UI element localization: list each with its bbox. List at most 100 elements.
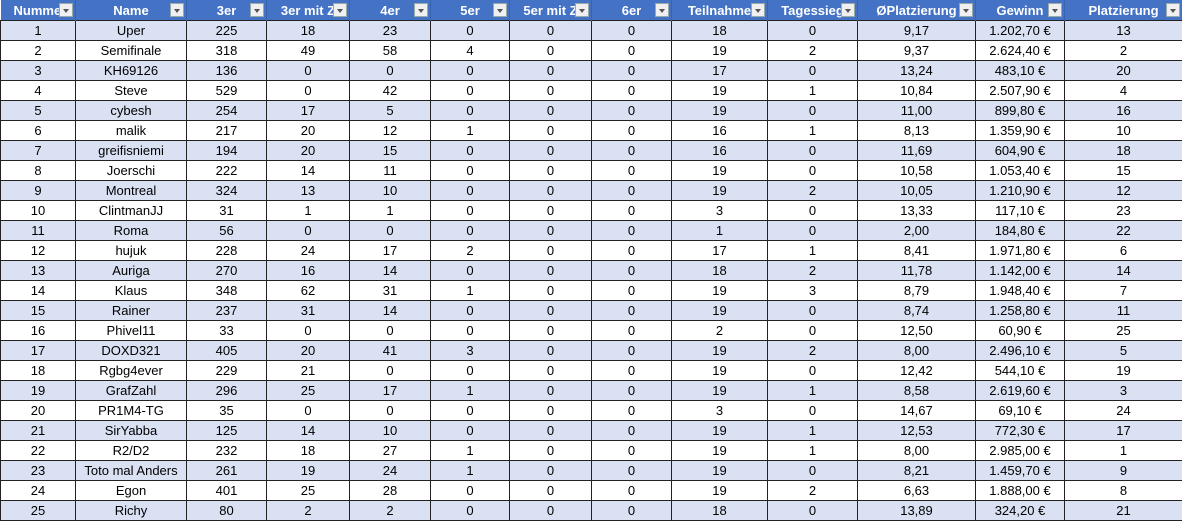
table-cell[interactable]: 261 [186, 460, 267, 481]
filter-dropdown-icon[interactable] [414, 3, 428, 17]
filter-dropdown-icon[interactable] [250, 3, 264, 17]
table-cell[interactable]: 2 [671, 320, 768, 341]
table-cell[interactable]: 1 [430, 120, 510, 141]
table-cell[interactable]: Rainer [75, 300, 187, 321]
table-cell[interactable]: 12 [1064, 180, 1182, 201]
table-cell[interactable]: 25 [0, 500, 76, 521]
table-cell[interactable]: 10 [0, 200, 76, 221]
table-cell[interactable]: 0 [767, 100, 858, 121]
table-cell[interactable]: 1 [767, 80, 858, 101]
table-cell[interactable]: Toto mal Anders [75, 460, 187, 481]
table-cell[interactable]: 0 [430, 100, 510, 121]
table-cell[interactable]: 10,05 [857, 180, 976, 201]
table-cell[interactable]: Roma [75, 220, 187, 241]
table-cell[interactable]: 25 [266, 380, 350, 401]
table-cell[interactable]: 0 [430, 500, 510, 521]
table-cell[interactable]: 2 [767, 480, 858, 501]
table-cell[interactable]: R2/D2 [75, 440, 187, 461]
table-cell[interactable]: 0 [591, 440, 672, 461]
table-cell[interactable]: 0 [591, 120, 672, 141]
table-cell[interactable]: 23 [1064, 200, 1182, 221]
table-cell[interactable]: 0 [509, 220, 592, 241]
table-cell[interactable]: 18 [266, 440, 350, 461]
table-cell[interactable]: 0 [430, 420, 510, 441]
table-cell[interactable]: 117,10 € [975, 200, 1065, 221]
table-cell[interactable]: 13 [1064, 20, 1182, 41]
table-cell[interactable]: 2.496,10 € [975, 340, 1065, 361]
table-cell[interactable]: 8,00 [857, 340, 976, 361]
table-cell[interactable]: 0 [591, 360, 672, 381]
table-cell[interactable]: 1 [767, 420, 858, 441]
table-cell[interactable]: 80 [186, 500, 267, 521]
column-header[interactable]: 3er [186, 0, 267, 21]
table-cell[interactable]: 2 [1064, 40, 1182, 61]
table-cell[interactable]: 14 [1064, 260, 1182, 281]
table-cell[interactable]: 19 [671, 380, 768, 401]
table-cell[interactable]: 9 [0, 180, 76, 201]
table-cell[interactable]: 0 [767, 220, 858, 241]
table-cell[interactable]: 3 [0, 60, 76, 81]
table-cell[interactable]: 19 [671, 280, 768, 301]
table-cell[interactable]: 604,90 € [975, 140, 1065, 161]
table-cell[interactable]: 22 [1064, 220, 1182, 241]
table-cell[interactable]: 194 [186, 140, 267, 161]
table-cell[interactable]: 10,84 [857, 80, 976, 101]
table-cell[interactable]: 10,58 [857, 160, 976, 181]
table-cell[interactable]: 58 [349, 40, 431, 61]
filter-dropdown-icon[interactable] [751, 3, 765, 17]
table-cell[interactable]: 19 [266, 460, 350, 481]
column-header[interactable]: 5er [430, 0, 510, 21]
table-cell[interactable]: 2 [430, 240, 510, 261]
table-cell[interactable]: 1.971,80 € [975, 240, 1065, 261]
table-cell[interactable]: Rgbg4ever [75, 360, 187, 381]
table-cell[interactable]: 1 [767, 440, 858, 461]
table-cell[interactable]: 2,00 [857, 220, 976, 241]
table-cell[interactable]: 17 [349, 380, 431, 401]
filter-dropdown-icon[interactable] [575, 3, 589, 17]
table-cell[interactable]: 20 [266, 140, 350, 161]
table-cell[interactable]: 222 [186, 160, 267, 181]
table-cell[interactable]: 529 [186, 80, 267, 101]
table-cell[interactable]: 405 [186, 340, 267, 361]
table-cell[interactable]: 9,17 [857, 20, 976, 41]
table-cell[interactable]: 13 [266, 180, 350, 201]
filter-dropdown-icon[interactable] [333, 3, 347, 17]
table-cell[interactable]: greifisniemi [75, 140, 187, 161]
table-cell[interactable]: 8,13 [857, 120, 976, 141]
table-cell[interactable]: 0 [767, 360, 858, 381]
table-cell[interactable]: 19 [671, 180, 768, 201]
table-cell[interactable]: 1 [266, 200, 350, 221]
table-cell[interactable]: Klaus [75, 280, 187, 301]
table-cell[interactable]: 0 [509, 340, 592, 361]
table-cell[interactable]: 1.888,00 € [975, 480, 1065, 501]
table-cell[interactable]: 17 [671, 60, 768, 81]
table-cell[interactable]: 1.142,00 € [975, 260, 1065, 281]
table-cell[interactable]: 18 [1064, 140, 1182, 161]
table-cell[interactable]: 0 [767, 60, 858, 81]
table-cell[interactable]: 0 [430, 180, 510, 201]
table-cell[interactable]: 19 [1064, 360, 1182, 381]
table-cell[interactable]: 2 [767, 180, 858, 201]
table-cell[interactable]: 1.948,40 € [975, 280, 1065, 301]
table-cell[interactable]: 1.459,70 € [975, 460, 1065, 481]
table-cell[interactable]: 18 [671, 260, 768, 281]
table-cell[interactable]: 0 [591, 480, 672, 501]
table-cell[interactable]: 232 [186, 440, 267, 461]
table-cell[interactable]: Richy [75, 500, 187, 521]
column-header[interactable]: Platzierung [1064, 0, 1182, 21]
table-cell[interactable]: 348 [186, 280, 267, 301]
table-cell[interactable]: 21 [0, 420, 76, 441]
table-cell[interactable]: 0 [591, 380, 672, 401]
table-cell[interactable]: 18 [671, 500, 768, 521]
table-cell[interactable]: Steve [75, 80, 187, 101]
table-cell[interactable]: 0 [430, 200, 510, 221]
table-cell[interactable]: 0 [430, 480, 510, 501]
table-cell[interactable]: 0 [591, 420, 672, 441]
table-cell[interactable]: 20 [0, 400, 76, 421]
table-cell[interactable]: 324 [186, 180, 267, 201]
table-cell[interactable]: 19 [671, 440, 768, 461]
table-cell[interactable]: 0 [767, 300, 858, 321]
table-cell[interactable]: 0 [509, 180, 592, 201]
table-cell[interactable]: 2 [767, 40, 858, 61]
table-cell[interactable]: 25 [266, 480, 350, 501]
